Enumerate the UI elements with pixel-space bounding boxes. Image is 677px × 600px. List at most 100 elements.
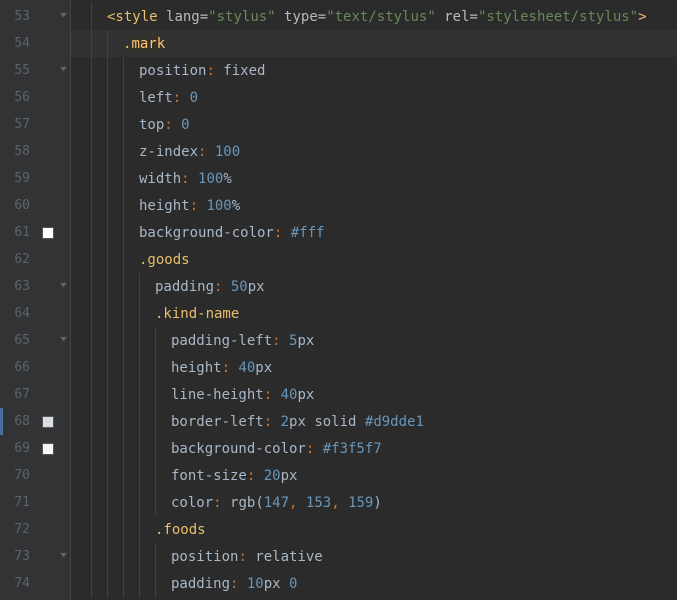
token: 0 (289, 576, 297, 592)
code-line[interactable]: left: 0 (71, 84, 677, 111)
code-line[interactable]: .mark (71, 30, 677, 57)
line-content: border-left: 2px solid #d9dde1 (75, 414, 424, 430)
code-line[interactable]: <style lang="stylus" type="text/stylus" … (71, 3, 677, 30)
code-area[interactable]: <style lang="stylus" type="text/stylus" … (70, 0, 677, 600)
indent-guide (91, 165, 92, 192)
indent-guide (91, 354, 92, 381)
fold-toggle-icon[interactable] (58, 336, 68, 346)
line-content: position: relative (75, 549, 323, 565)
indent-guide (123, 462, 124, 489)
code-line[interactable]: padding: 10px 0 (71, 570, 677, 597)
line-number: 71 (0, 495, 30, 510)
code-line[interactable]: top: 0 (71, 111, 677, 138)
line-number: 54 (0, 36, 30, 51)
indent-guide (123, 381, 124, 408)
token: "stylesheet/stylus" (478, 9, 638, 25)
code-line[interactable]: background-color: #fff (71, 219, 677, 246)
token: 40 (281, 387, 298, 403)
indent-guide (91, 408, 92, 435)
gutter-row: 73 (0, 543, 70, 570)
code-line[interactable]: .foods (71, 516, 677, 543)
fold-toggle-icon[interactable] (58, 552, 68, 562)
token: : (264, 414, 281, 430)
token: background-color (171, 441, 306, 457)
color-swatch-icon[interactable] (42, 416, 54, 428)
line-number: 68 (0, 414, 30, 429)
indent-guide (107, 381, 108, 408)
token: top (139, 117, 164, 133)
line-content: .kind-name (75, 306, 239, 322)
line-content: height: 100% (75, 198, 240, 214)
color-swatch-icon[interactable] (42, 443, 54, 455)
line-content: color: rgb(147, 153, 159) (75, 495, 382, 511)
indent-guide (107, 489, 108, 516)
code-line[interactable]: padding: 50px (71, 273, 677, 300)
token: : (173, 90, 190, 106)
code-line[interactable]: height: 100% (71, 192, 677, 219)
indent-guide (91, 462, 92, 489)
code-editor[interactable]: 5354555657585960616263646566676869707172… (0, 0, 677, 600)
token: : (264, 387, 281, 403)
code-line[interactable]: color: rgb(147, 153, 159) (71, 489, 677, 516)
gutter-row: 62 (0, 246, 70, 273)
code-line[interactable]: height: 40px (71, 354, 677, 381)
token: = (470, 9, 478, 25)
code-line[interactable]: padding-left: 5px (71, 327, 677, 354)
indent-guide (107, 543, 108, 570)
token: px (264, 576, 289, 592)
token: .goods (139, 252, 190, 268)
code-line[interactable]: background-color: #f3f5f7 (71, 435, 677, 462)
indent-guide (155, 408, 156, 435)
indent-guide (139, 381, 140, 408)
code-line[interactable]: position: relative (71, 543, 677, 570)
line-number: 66 (0, 360, 30, 375)
indent-guide (155, 570, 156, 597)
line-number: 65 (0, 333, 30, 348)
token: background-color (139, 225, 274, 241)
indent-guide (155, 354, 156, 381)
code-line[interactable]: position: fixed (71, 57, 677, 84)
code-line[interactable]: .goods (71, 246, 677, 273)
fold-toggle-icon[interactable] (58, 12, 68, 22)
indent-guide (107, 246, 108, 273)
indent-guide (91, 381, 92, 408)
token: > (638, 9, 646, 25)
token: .kind-name (155, 306, 239, 322)
token: : (190, 198, 207, 214)
indent-guide (123, 111, 124, 138)
token: : (214, 279, 231, 295)
code-line[interactable]: font-size: 20px (71, 462, 677, 489)
line-number: 62 (0, 252, 30, 267)
indent-guide (123, 543, 124, 570)
code-line[interactable]: border-left: 2px solid #d9dde1 (71, 408, 677, 435)
line-content: padding: 50px (75, 279, 265, 295)
token: mark (131, 36, 165, 52)
indent-guide (123, 354, 124, 381)
line-content: padding: 10px 0 (75, 576, 297, 592)
token: 100 (215, 144, 240, 160)
line-content: position: fixed (75, 63, 265, 79)
code-line[interactable]: z-index: 100 (71, 138, 677, 165)
indent-guide (91, 435, 92, 462)
token: line-height (171, 387, 264, 403)
line-number: 70 (0, 468, 30, 483)
line-content: <style lang="stylus" type="text/stylus" … (75, 9, 647, 25)
line-content: .mark (75, 36, 165, 52)
token: position (139, 63, 206, 79)
indent-guide (107, 165, 108, 192)
fold-toggle-icon[interactable] (58, 66, 68, 76)
token: ( (255, 495, 263, 511)
line-content: background-color: #fff (75, 225, 324, 241)
token: , (289, 495, 306, 511)
line-content: height: 40px (75, 360, 272, 376)
code-line[interactable]: line-height: 40px (71, 381, 677, 408)
fold-toggle-icon[interactable] (58, 282, 68, 292)
code-line[interactable]: .kind-name (71, 300, 677, 327)
token: 2 (281, 414, 289, 430)
color-swatch-icon[interactable] (42, 227, 54, 239)
code-line[interactable]: width: 100% (71, 165, 677, 192)
token: px (281, 468, 298, 484)
line-number: 57 (0, 117, 30, 132)
indent-guide (123, 165, 124, 192)
indent-guide (155, 327, 156, 354)
